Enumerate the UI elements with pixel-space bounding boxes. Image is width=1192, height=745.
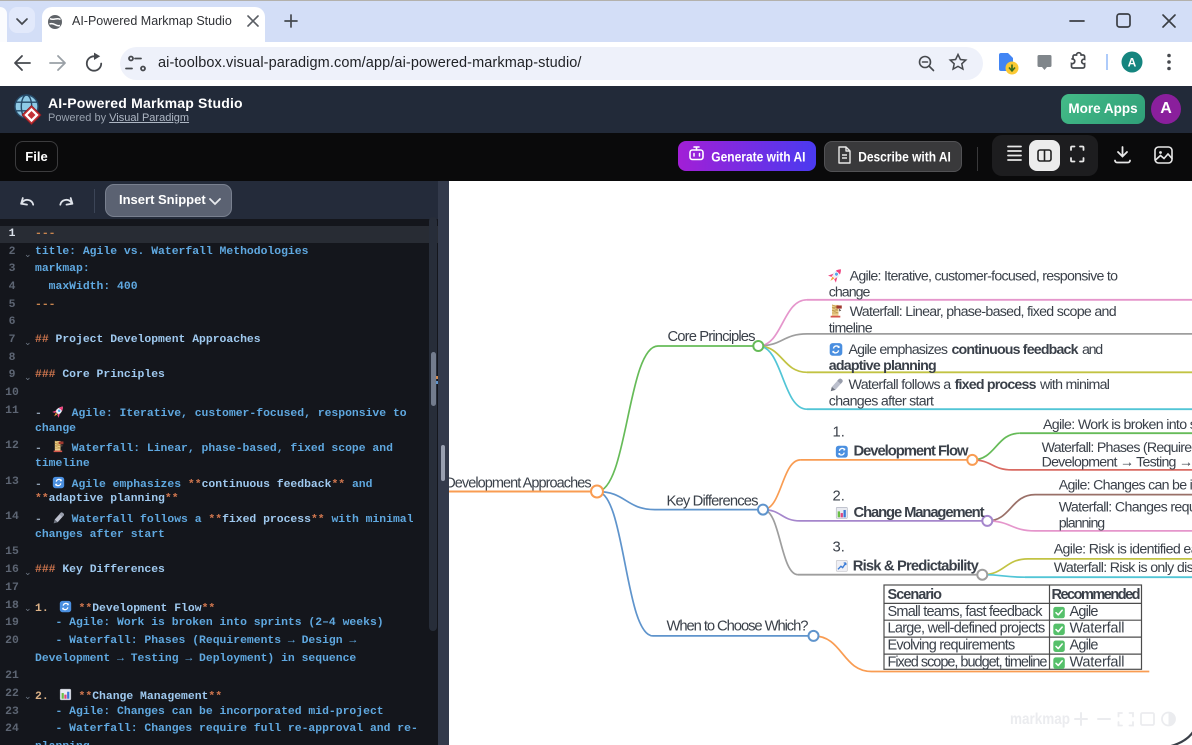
svg-text:Waterfall: Waterfall (1070, 621, 1125, 637)
svg-text:Agile: Work is broken into spr: Agile: Work is broken into sprints (2–4 (1043, 417, 1192, 433)
svg-text:Agile: Changes can be incorpor: Agile: Changes can be incorporated (1059, 478, 1192, 494)
svg-text:Development → Testing → Deploy: Development → Testing → Deployment) (1042, 454, 1192, 470)
svg-text:Waterfall follows a: Waterfall follows a (849, 377, 952, 393)
svg-text:and: and (1082, 342, 1103, 358)
svg-text:Evolving requirements: Evolving requirements (888, 638, 1016, 654)
svg-text:Fixed scope, budget, timeline: Fixed scope, budget, timeline (888, 655, 1048, 671)
svg-text:fixed process: fixed process (955, 377, 1037, 393)
svg-text:planning: planning (1059, 516, 1106, 532)
svg-text:Agile emphasizes: Agile emphasizes (849, 342, 949, 358)
svg-text:Waterfall: Changes require ful: Waterfall: Changes require full re- (1059, 500, 1192, 516)
svg-text:adaptive planning: adaptive planning (829, 358, 937, 374)
svg-text:continuous feedback: continuous feedback (952, 342, 1079, 358)
svg-text:Generate with AI: Generate with AI (711, 149, 805, 165)
svg-text:Recommended: Recommended (1052, 587, 1141, 603)
svg-text:Waterfall: Waterfall (1070, 655, 1125, 671)
svg-text:Scenario: Scenario (888, 587, 943, 603)
svg-text:changes after start: changes after start (829, 393, 934, 409)
svg-text:Small teams, fast feedback: Small teams, fast feedback (888, 604, 1044, 620)
svg-text:Key Differences: Key Differences (667, 494, 759, 510)
svg-text:Agile: Agile (1070, 638, 1099, 654)
svg-text:Describe with AI: Describe with AI (858, 149, 951, 165)
svg-text:timeline: timeline (829, 320, 873, 336)
svg-text:Core Principles: Core Principles (668, 329, 756, 345)
svg-text:Agile: Iterative, customer-foc: Agile: Iterative, customer-focused, resp… (850, 269, 1119, 285)
svg-text:3.: 3. (833, 539, 845, 555)
svg-text:When to Choose Which?: When to Choose Which? (667, 619, 809, 635)
svg-text:Agile: Agile (1070, 604, 1099, 620)
svg-text:Risk & Predictability: Risk & Predictability (853, 558, 980, 574)
svg-text:markmap: markmap (1010, 711, 1070, 728)
svg-text:2.: 2. (833, 488, 845, 504)
svg-text:Large, well-defined projects: Large, well-defined projects (888, 621, 1046, 637)
svg-text:Waterfall: Risk is only discov: Waterfall: Risk is only discovered (1054, 560, 1192, 576)
svg-text:Change Management: Change Management (854, 505, 985, 521)
svg-text:A: A (1128, 56, 1137, 70)
svg-text:Project Development Approaches: Project Development Approaches (449, 476, 592, 492)
svg-text:change: change (829, 285, 871, 301)
svg-text:Agile: Risk is identified earl: Agile: Risk is identified early (1054, 542, 1192, 558)
svg-text:Development Flow: Development Flow (854, 444, 969, 460)
svg-text:Waterfall: Linear, phase-based: Waterfall: Linear, phase-based, fixed sc… (850, 304, 1117, 320)
svg-text:with minimal: with minimal (1039, 377, 1110, 393)
svg-text:1.: 1. (833, 424, 845, 440)
